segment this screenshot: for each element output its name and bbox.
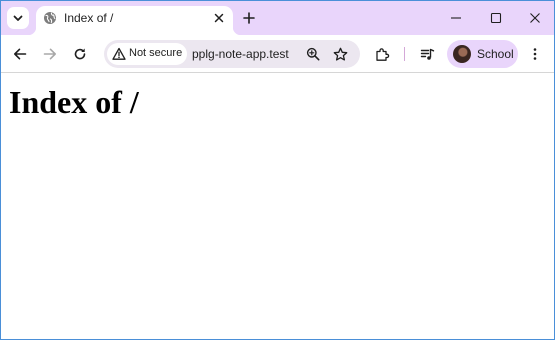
maximize-button[interactable] (486, 8, 506, 28)
tab-search-button[interactable] (7, 7, 29, 29)
zoom-button[interactable] (305, 46, 321, 62)
toolbar: Not secure pplg-note-app.test School (1, 35, 554, 73)
browser-window: Index of / Not secure pplg-note-app.test… (0, 0, 555, 340)
url-text[interactable]: pplg-note-app.test (192, 47, 289, 61)
back-arrow-icon (14, 48, 27, 60)
media-control-icon (420, 48, 434, 60)
avatar (453, 45, 471, 63)
page-viewport: Index of / (1, 73, 554, 339)
tab-active[interactable]: Index of / (28, 6, 241, 35)
menu-button[interactable] (525, 44, 545, 64)
bookmark-button[interactable] (332, 46, 348, 62)
maximize-icon (490, 12, 502, 24)
menu-icon (533, 48, 537, 60)
security-indicator[interactable]: Not secure (107, 43, 187, 65)
reload-button[interactable] (70, 44, 90, 64)
warning-icon (112, 47, 126, 60)
page-title: Index of / (9, 84, 139, 120)
tab-strip: Index of / (1, 1, 554, 35)
new-tab-button[interactable] (240, 9, 258, 27)
minimize-icon (451, 17, 461, 19)
toolbar-divider (404, 47, 405, 61)
forward-arrow-icon (43, 48, 56, 60)
tab-title: Index of / (64, 11, 114, 25)
profile-button[interactable]: School (447, 40, 518, 68)
security-label: Not secure (129, 47, 183, 59)
globe-icon (44, 12, 56, 24)
reload-icon (74, 48, 86, 60)
star-icon (333, 47, 347, 61)
close-icon (214, 13, 224, 23)
window-close-icon (530, 13, 540, 23)
minimize-button[interactable] (446, 8, 466, 28)
zoom-icon (306, 47, 320, 61)
extensions-button[interactable] (372, 44, 392, 64)
extensions-icon (375, 47, 389, 61)
forward-button[interactable] (40, 44, 60, 64)
back-button[interactable] (10, 44, 30, 64)
address-bar[interactable]: Not secure pplg-note-app.test (104, 40, 360, 68)
media-control-button[interactable] (417, 44, 437, 64)
plus-icon (243, 12, 255, 24)
window-close-button[interactable] (525, 8, 545, 28)
tab-close-button[interactable] (212, 11, 226, 25)
profile-label: School (477, 47, 514, 61)
tab-search-icon (13, 15, 23, 21)
